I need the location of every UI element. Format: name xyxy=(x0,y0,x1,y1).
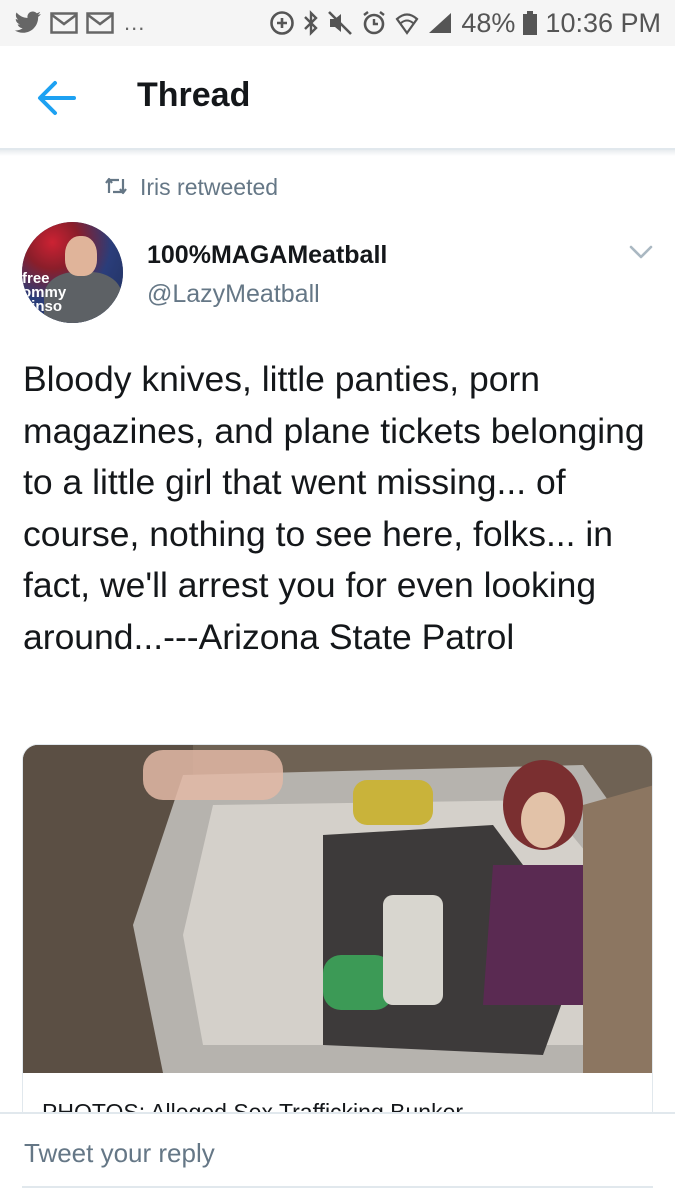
signal-icon xyxy=(427,11,453,35)
avatar-caption: free ommy binso xyxy=(22,270,82,315)
retweet-label: Iris retweeted xyxy=(140,173,279,200)
alarm-icon xyxy=(361,10,387,36)
header-shadow xyxy=(0,150,675,156)
back-arrow-icon xyxy=(36,80,76,121)
status-time: 10:36 PM xyxy=(545,7,661,38)
retweet-icon xyxy=(104,174,128,201)
avatar-figure-head xyxy=(65,236,97,276)
status-bar: ... 48% 10:36 PM xyxy=(0,0,675,46)
status-system: 48% 10:36 PM xyxy=(269,8,661,39)
link-card[interactable]: PHOTOS: Alleged Sex Trafficking Bunker xyxy=(22,744,653,1134)
back-button[interactable] xyxy=(34,78,78,122)
status-notifications: ... xyxy=(14,10,145,36)
mute-icon xyxy=(327,10,353,36)
gmail-icon xyxy=(50,12,78,34)
twitter-icon xyxy=(14,11,42,35)
author-handle[interactable]: @LazyMeatball xyxy=(147,280,320,309)
tweet-text: Bloody knives, little panties, porn maga… xyxy=(23,359,645,657)
avatar[interactable]: free ommy binso xyxy=(22,222,123,323)
battery-percent: 48% xyxy=(461,7,516,38)
author-name[interactable]: 100%MAGAMeatball xyxy=(147,241,387,270)
avatar-caption-text: free ommy binso xyxy=(22,270,67,315)
notification-overflow: ... xyxy=(124,10,146,35)
wifi-icon xyxy=(395,11,419,35)
tweet-menu-button[interactable] xyxy=(628,244,654,264)
card-photo[interactable] xyxy=(23,745,652,1073)
bluetooth-icon xyxy=(303,10,319,36)
battery-icon xyxy=(523,11,538,35)
page-title: Thread xyxy=(137,76,251,114)
app-header: Thread xyxy=(0,46,675,150)
retweet-context[interactable]: Iris retweeted xyxy=(104,172,278,202)
chevron-down-icon xyxy=(628,245,654,264)
reply-input[interactable] xyxy=(22,1132,653,1188)
gmail-icon xyxy=(86,12,114,34)
data-saver-icon xyxy=(269,10,295,36)
